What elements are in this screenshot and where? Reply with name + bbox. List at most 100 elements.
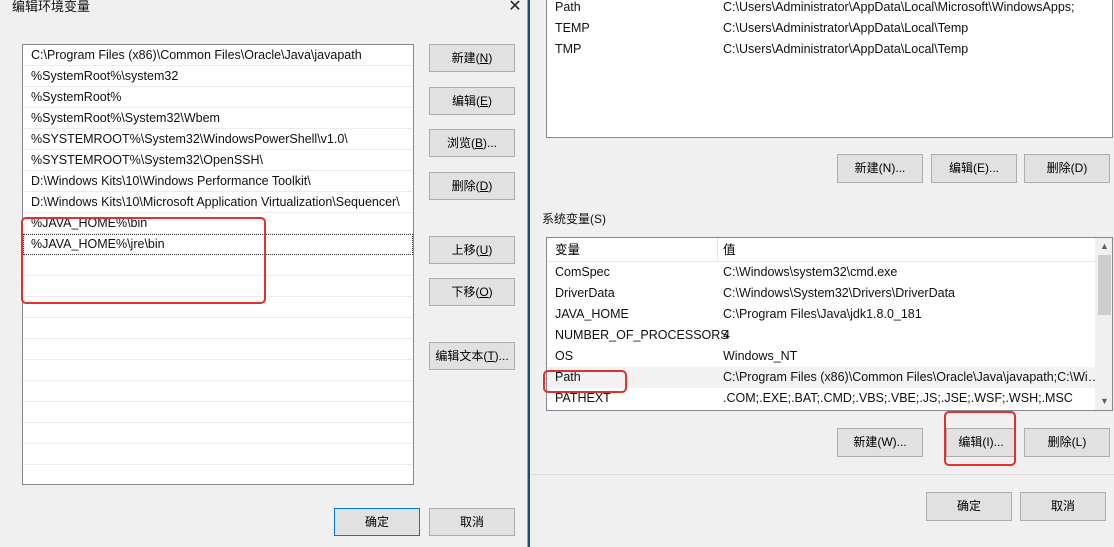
- divider: [530, 474, 1114, 475]
- empty-row[interactable]: [23, 339, 413, 360]
- browse-label: 浏览: [446, 136, 471, 150]
- user-new-label: 新建: [854, 161, 879, 175]
- edit-label: 编辑: [451, 94, 476, 108]
- column-header-variable[interactable]: 变量: [555, 238, 580, 262]
- var-name: PATHEXT: [555, 391, 611, 405]
- user-variables-list[interactable]: Path C:\Users\Administrator\AppData\Loca…: [546, 0, 1113, 138]
- var-name: Path: [555, 0, 581, 14]
- var-name: JAVA_HOME: [555, 307, 629, 321]
- path-entry-4[interactable]: %SYSTEMROOT%\System32\WindowsPowerShell\…: [23, 129, 413, 150]
- system-edit-hotkey: I: [986, 435, 990, 449]
- system-new-label: 新建: [853, 435, 878, 449]
- var-value: C:\Windows\System32\Drivers\DriverData: [723, 286, 955, 300]
- var-name: ComSpec: [555, 265, 610, 279]
- system-edit-button[interactable]: 编辑(I)...: [946, 428, 1016, 457]
- empty-row[interactable]: [23, 465, 413, 484]
- system-variables-label: 系统变量(S): [542, 212, 606, 226]
- path-entry-6[interactable]: D:\Windows Kits\10\Windows Performance T…: [23, 171, 413, 192]
- var-value: C:\Program Files (x86)\Common Files\Orac…: [723, 370, 1101, 384]
- system-delete-button[interactable]: 删除(L): [1024, 428, 1110, 457]
- path-entry-7[interactable]: D:\Windows Kits\10\Microsoft Application…: [23, 192, 413, 213]
- user-var-row[interactable]: Path C:\Users\Administrator\AppData\Loca…: [547, 0, 1112, 18]
- user-delete-hotkey: D: [1074, 161, 1084, 175]
- empty-row[interactable]: [23, 297, 413, 318]
- empty-row[interactable]: [23, 360, 413, 381]
- user-delete-button[interactable]: 删除(D): [1024, 154, 1110, 183]
- delete-label: 删除: [451, 179, 476, 193]
- move-up-hotkey: U: [479, 243, 489, 257]
- var-value: 4: [723, 328, 730, 342]
- empty-row[interactable]: [23, 402, 413, 423]
- empty-row[interactable]: [23, 276, 413, 297]
- path-entry-9[interactable]: %JAVA_HOME%\jre\bin: [23, 234, 413, 255]
- system-var-row[interactable]: ComSpec C:\Windows\system32\cmd.exe: [547, 262, 1112, 283]
- system-edit-ellipsis: ...: [993, 435, 1004, 449]
- user-edit-label: 编辑: [948, 161, 973, 175]
- empty-row[interactable]: [23, 423, 413, 444]
- system-var-row-selected[interactable]: Path C:\Program Files (x86)\Common Files…: [547, 367, 1112, 388]
- dialog-title: 编辑环境变量: [12, 0, 91, 14]
- user-var-row[interactable]: TEMP C:\Users\Administrator\AppData\Loca…: [547, 18, 1112, 39]
- system-var-row[interactable]: PATHEXT .COM;.EXE;.BAT;.CMD;.VBS;.VBE;.J…: [547, 388, 1112, 409]
- move-down-hotkey: O: [479, 285, 489, 299]
- delete-button[interactable]: 删除(D): [429, 172, 515, 200]
- move-up-button[interactable]: 上移(U): [429, 236, 515, 264]
- user-var-row[interactable]: TMP C:\Users\Administrator\AppData\Local…: [547, 39, 1112, 60]
- system-var-row[interactable]: JAVA_HOME C:\Program Files\Java\jdk1.8.0…: [547, 304, 1112, 325]
- system-new-ellipsis: ...: [896, 435, 907, 449]
- system-var-row[interactable]: OS Windows_NT: [547, 346, 1112, 367]
- path-entry-3[interactable]: %SystemRoot%\System32\Wbem: [23, 108, 413, 129]
- edit-hotkey: E: [480, 94, 489, 108]
- cancel-button[interactable]: 取消: [429, 508, 515, 536]
- user-new-button[interactable]: 新建(N)...: [837, 154, 923, 183]
- path-entry-0[interactable]: C:\Program Files (x86)\Common Files\Orac…: [23, 45, 413, 66]
- move-up-label: 上移: [451, 243, 476, 257]
- system-variables-list[interactable]: 变量 值 ComSpec C:\Windows\system32\cmd.exe…: [546, 237, 1113, 411]
- delete-hotkey: D: [479, 179, 489, 193]
- var-value: .COM;.EXE;.BAT;.CMD;.VBS;.VBE;.JS;.JSE;.…: [723, 391, 1073, 405]
- var-name: TMP: [555, 42, 582, 56]
- column-divider[interactable]: [717, 238, 718, 262]
- edit-text-ellipsis: ...: [498, 349, 509, 363]
- scroll-up-icon[interactable]: ▲: [1096, 238, 1112, 255]
- path-entry-5[interactable]: %SYSTEMROOT%\System32\OpenSSH\: [23, 150, 413, 171]
- system-delete-hotkey: L: [1075, 435, 1083, 449]
- user-edit-hotkey: E: [976, 161, 985, 175]
- path-entry-8[interactable]: %JAVA_HOME%\bin: [23, 213, 413, 234]
- environment-variables-dialog: Path C:\Users\Administrator\AppData\Loca…: [530, 0, 1114, 547]
- system-var-row[interactable]: NUMBER_OF_PROCESSORS 4: [547, 325, 1112, 346]
- var-name: NUMBER_OF_PROCESSORS: [555, 328, 729, 342]
- path-entry-2[interactable]: %SystemRoot%: [23, 87, 413, 108]
- move-down-button[interactable]: 下移(O): [429, 278, 515, 306]
- path-entry-1[interactable]: %SystemRoot%\system32: [23, 66, 413, 87]
- vertical-scrollbar[interactable]: ▲ ▼: [1095, 238, 1112, 410]
- system-var-row[interactable]: DriverData C:\Windows\System32\Drivers\D…: [547, 283, 1112, 304]
- var-name: TEMP: [555, 21, 590, 35]
- var-value: C:\Users\Administrator\AppData\Local\Tem…: [723, 21, 969, 35]
- edit-text-label: 编辑文本: [435, 349, 484, 363]
- var-value: Windows_NT: [723, 349, 798, 363]
- edit-text-button[interactable]: 编辑文本(T)...: [429, 342, 515, 370]
- empty-row[interactable]: [23, 255, 413, 276]
- empty-row[interactable]: [23, 444, 413, 465]
- var-name: DriverData: [555, 286, 615, 300]
- edit-button[interactable]: 编辑(E): [429, 87, 515, 115]
- scroll-thumb[interactable]: [1098, 255, 1111, 315]
- column-header-value[interactable]: 值: [723, 238, 736, 262]
- column-header: 变量 值: [547, 238, 1112, 262]
- new-button[interactable]: 新建(N): [429, 44, 515, 72]
- empty-row[interactable]: [23, 318, 413, 339]
- user-new-ellipsis: ...: [895, 161, 906, 175]
- cancel-button[interactable]: 取消: [1020, 492, 1106, 521]
- user-delete-label: 删除: [1046, 161, 1071, 175]
- scroll-down-icon[interactable]: ▼: [1096, 393, 1112, 410]
- user-edit-button[interactable]: 编辑(E)...: [931, 154, 1017, 183]
- browse-button[interactable]: 浏览(B)...: [429, 129, 515, 157]
- close-icon[interactable]: ✕: [505, 0, 525, 16]
- var-name: Path: [555, 370, 581, 384]
- system-new-button[interactable]: 新建(W)...: [837, 428, 923, 457]
- ok-button[interactable]: 确定: [334, 508, 420, 536]
- empty-row[interactable]: [23, 381, 413, 402]
- ok-button[interactable]: 确定: [926, 492, 1012, 521]
- path-entries-list[interactable]: C:\Program Files (x86)\Common Files\Orac…: [22, 44, 414, 485]
